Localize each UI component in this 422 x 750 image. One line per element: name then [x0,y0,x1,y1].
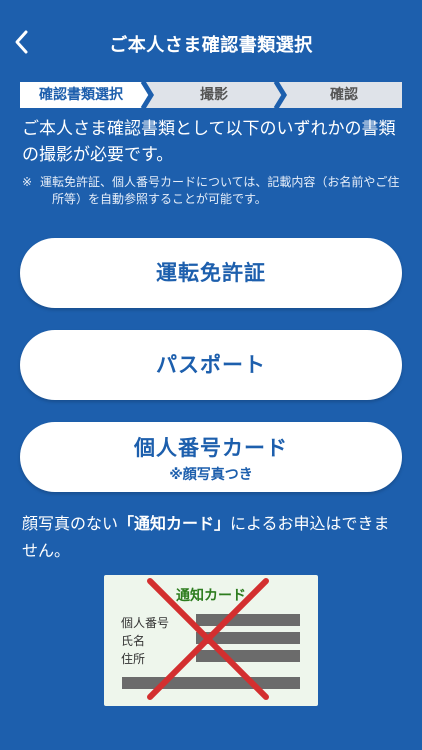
intro-text: ご本人さま確認書類として以下のいずれかの書類の撮影が必要です。 [22,119,396,165]
notification-card-illustration: 通知カード 個人番号 氏名 住所 [104,575,318,706]
step-photograph: 撮影 [200,87,228,103]
auto-read-note: ※ 運転免許証、個人番号カードについては、記載内容（お名前やご住 所等）を自動参照… [22,174,404,208]
my-number-card-label: 個人番号カード [134,436,288,460]
drivers-license-label: 運転免許証 [156,261,266,285]
my-number-card-button[interactable]: 個人番号カード ※顔写真つき [20,422,402,492]
page-title: ご本人さま確認書類選択 [109,35,313,56]
my-number-card-sublabel: ※顔写真つき [169,467,253,483]
warning-text-before: 顔写真のない [22,514,119,533]
step-indicator: 確認書類選択 撮影 確認 [20,82,402,108]
passport-button[interactable]: パスポート [20,330,402,400]
note-mark: ※ [22,175,33,189]
drivers-license-button[interactable]: 運転免許証 [20,238,402,308]
warning-emphasis: 「通知カード」 [118,514,231,533]
app-header: ご本人さま確認書類選択 [0,0,422,78]
notification-card-warning: 顔写真のない「通知カード」によるお申込はできません。 [22,510,404,564]
step-confirm: 確認 [330,87,358,103]
step-select-document: 確認書類選択 [39,87,123,103]
passport-label: パスポート [156,353,266,377]
note-line-2: 所等）を自動参照することが可能です。 [52,192,267,206]
cross-mark-icon [147,578,269,700]
note-line-1: 運転免許証、個人番号カードについては、記載内容（お名前やご住 [40,175,400,189]
